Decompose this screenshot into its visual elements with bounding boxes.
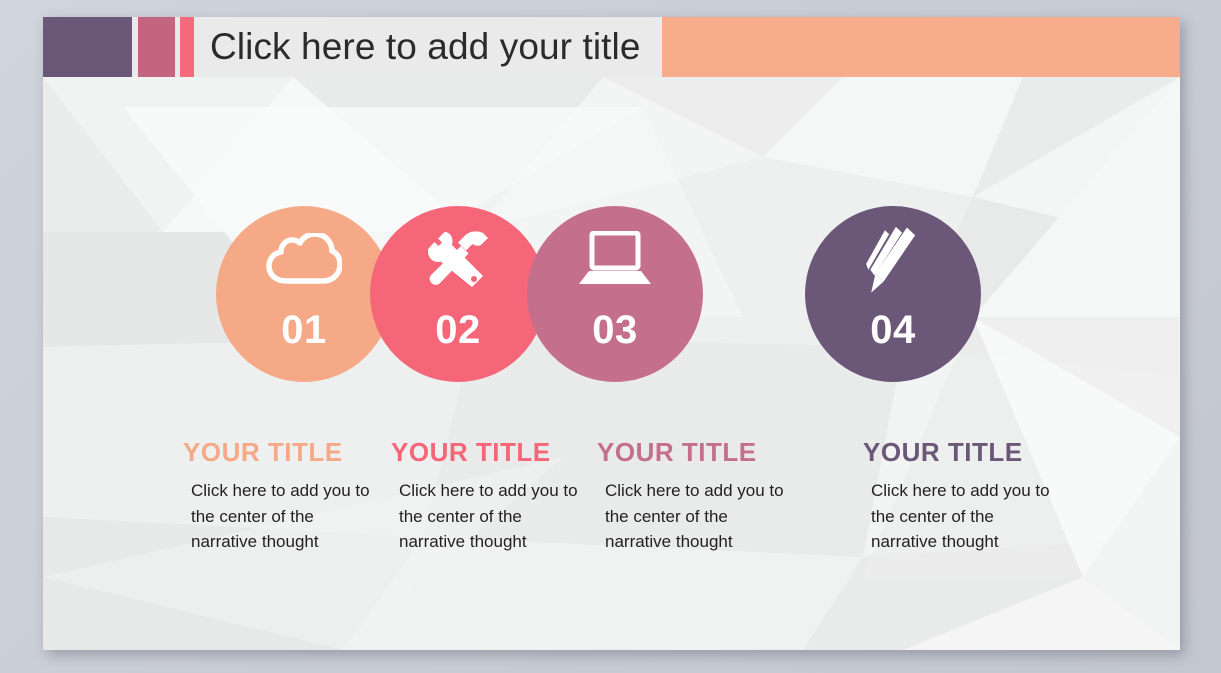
step-text-column-04: YOUR TITLE Click here to add you to the …: [863, 437, 1053, 555]
header-accent-rose: [138, 17, 175, 77]
column-title[interactable]: YOUR TITLE: [183, 437, 373, 468]
step-text-column-02: YOUR TITLE Click here to add you to the …: [391, 437, 581, 555]
cloud-icon: [266, 212, 342, 308]
step-text-column-03: YOUR TITLE Click here to add you to the …: [597, 437, 787, 555]
tools-icon: [425, 212, 491, 308]
column-body[interactable]: Click here to add you to the center of t…: [863, 478, 1053, 555]
column-body[interactable]: Click here to add you to the center of t…: [391, 478, 581, 555]
header-accent-coral: [180, 17, 194, 77]
step-number: 03: [592, 308, 638, 352]
step-number: 01: [281, 308, 327, 352]
step-number: 02: [435, 308, 481, 352]
laptop-icon: [577, 212, 653, 308]
presentation-slide[interactable]: Click here to add your title 01 02 03 04…: [43, 17, 1180, 650]
step-circle-02[interactable]: 02: [370, 206, 546, 382]
column-body[interactable]: Click here to add you to the center of t…: [597, 478, 787, 555]
header-accent-purple: [43, 17, 132, 77]
column-title[interactable]: YOUR TITLE: [391, 437, 581, 468]
step-circle-03[interactable]: 03: [527, 206, 703, 382]
column-title[interactable]: YOUR TITLE: [863, 437, 1053, 468]
slide-header: Click here to add your title: [43, 17, 1180, 77]
header-peach-bar: [662, 17, 1180, 77]
pencil-icon: [861, 212, 925, 308]
step-number: 04: [870, 308, 916, 352]
column-title[interactable]: YOUR TITLE: [597, 437, 787, 468]
slide-title-placeholder[interactable]: Click here to add your title: [210, 17, 641, 77]
step-circle-01[interactable]: 01: [216, 206, 392, 382]
step-text-column-01: YOUR TITLE Click here to add you to the …: [183, 437, 373, 555]
step-circle-04[interactable]: 04: [805, 206, 981, 382]
column-body[interactable]: Click here to add you to the center of t…: [183, 478, 373, 555]
